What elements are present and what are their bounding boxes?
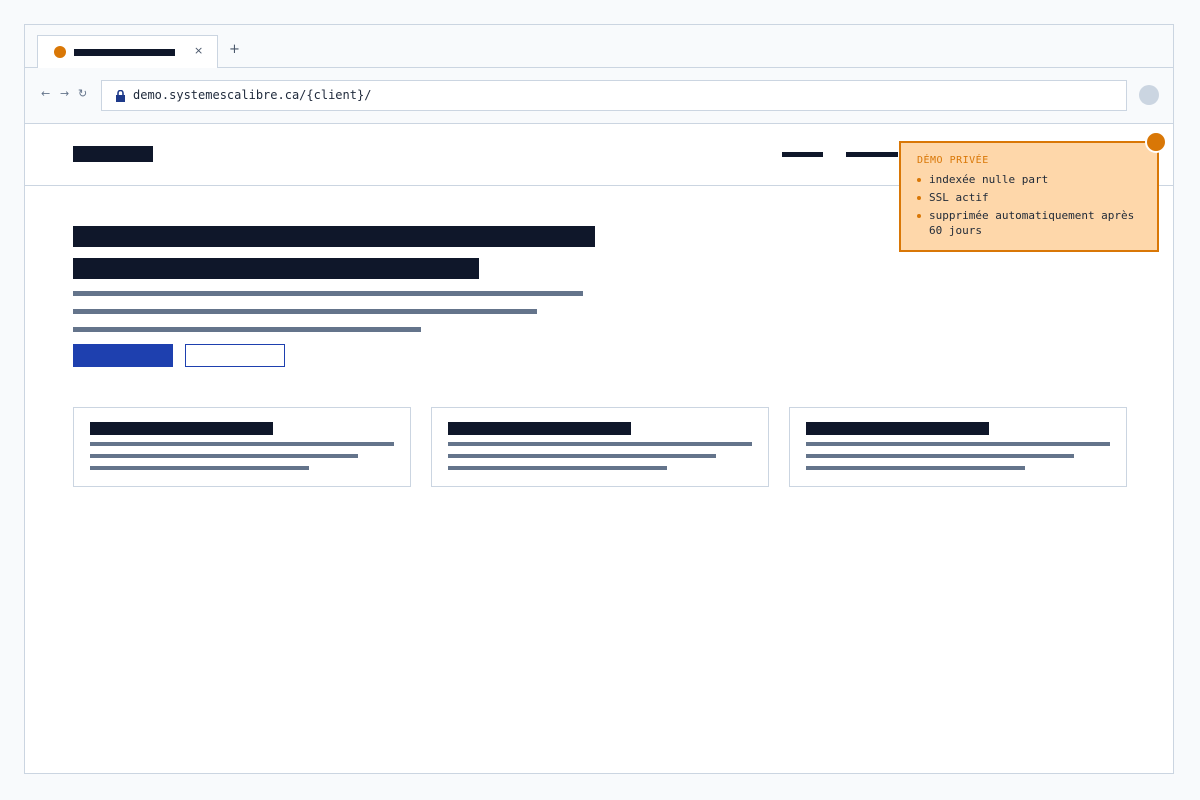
- url-text: demo.systemescalibre.ca/{client}/: [133, 88, 372, 102]
- favicon-icon: [54, 46, 66, 58]
- hero-text-line-2: [73, 309, 537, 314]
- profile-avatar-icon[interactable]: [1139, 85, 1159, 105]
- browser-toolbar: ← → ↻ demo.systemescalibre.ca/{client}/: [25, 68, 1173, 124]
- tab-title-placeholder: [74, 49, 175, 56]
- notice-indicator-dot-icon: [1145, 131, 1167, 153]
- secondary-cta-button[interactable]: [185, 344, 285, 367]
- feature-card-3: [789, 407, 1127, 487]
- card-text-line: [806, 454, 1074, 458]
- card-text-line: [806, 442, 1110, 446]
- primary-cta-button[interactable]: [73, 344, 173, 367]
- card-text-line: [90, 466, 309, 470]
- card-title-placeholder: [806, 422, 989, 435]
- feature-card-1: [73, 407, 411, 487]
- card-text-line: [90, 454, 358, 458]
- notice-item: supprimée automatiquement après 60 jours: [917, 208, 1147, 238]
- hero-title-line-1: [73, 226, 595, 247]
- site-logo-placeholder[interactable]: [73, 146, 153, 162]
- hero-title-line-2: [73, 258, 479, 279]
- back-arrow-icon[interactable]: ←: [41, 87, 50, 100]
- nav-link-placeholder-1[interactable]: [782, 152, 823, 157]
- new-tab-button[interactable]: +: [229, 42, 240, 57]
- card-title-placeholder: [90, 422, 273, 435]
- card-text-line: [448, 442, 752, 446]
- card-title-placeholder: [448, 422, 631, 435]
- private-demo-notice: DÉMO PRIVÉE indexée nulle part SSL actif…: [899, 141, 1159, 252]
- lock-icon: [116, 90, 125, 102]
- notice-item: SSL actif: [917, 190, 1147, 205]
- hero-text-line-1: [73, 291, 583, 296]
- nav-link-placeholder-2[interactable]: [846, 152, 898, 157]
- notice-title: DÉMO PRIVÉE: [917, 155, 989, 166]
- reload-icon[interactable]: ↻: [78, 87, 87, 100]
- browser-window: × + ← → ↻ demo.systemescalibre.ca/{clien…: [24, 24, 1174, 774]
- forward-arrow-icon[interactable]: →: [60, 87, 69, 100]
- hero-text-line-3: [73, 327, 421, 332]
- card-text-line: [90, 442, 394, 446]
- feature-card-2: [431, 407, 769, 487]
- tab-bar: × +: [25, 25, 1173, 68]
- notice-item: indexée nulle part: [917, 172, 1147, 187]
- notice-list: indexée nulle part SSL actif supprimée a…: [917, 172, 1147, 241]
- address-bar[interactable]: demo.systemescalibre.ca/{client}/: [101, 80, 1127, 111]
- active-tab[interactable]: ×: [37, 35, 218, 68]
- tab-close-icon[interactable]: ×: [194, 44, 203, 57]
- card-text-line: [806, 466, 1025, 470]
- card-text-line: [448, 454, 716, 458]
- card-text-line: [448, 466, 667, 470]
